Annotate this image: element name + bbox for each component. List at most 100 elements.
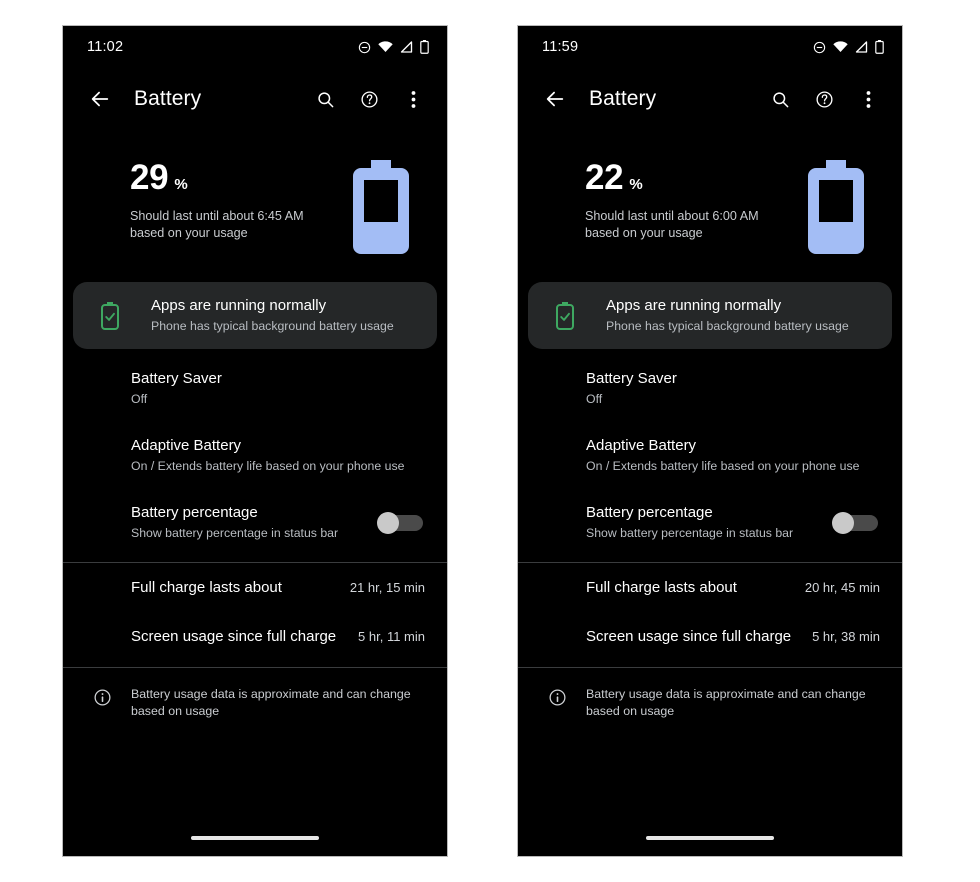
cell-signal-icon (855, 41, 868, 53)
battery-summary: 22 % Should last until about 6:00 AM bas… (518, 130, 902, 270)
help-icon[interactable] (349, 79, 389, 119)
battery-percent-sign: % (629, 176, 643, 193)
battery-estimate-text: Should last until about 6:00 AM based on… (585, 209, 759, 240)
stat-row-screen-usage[interactable]: Screen usage since full charge 5 hr, 11 … (63, 612, 447, 661)
list-item-text: Adaptive Battery On / Extends battery li… (131, 436, 425, 475)
battery-stats-list: Full charge lasts about 21 hr, 15 min Sc… (63, 563, 447, 661)
battery-stats-list: Full charge lasts about 20 hr, 45 min Sc… (518, 563, 902, 661)
status-bar-clock: 11:02 (87, 39, 124, 55)
list-item-title: Battery percentage (586, 504, 713, 521)
stat-label: Screen usage since full charge (131, 628, 337, 645)
status-bar: 11:59 (518, 26, 902, 68)
battery-status-title: Apps are running normally (151, 297, 327, 314)
wifi-icon (378, 41, 393, 53)
status-bar-icons (358, 40, 429, 54)
list-item-text: Battery Saver Off (131, 369, 425, 408)
list-item-text: Battery percentage Show battery percenta… (586, 503, 832, 542)
battery-status-card-text: Apps are running normally Phone has typi… (151, 296, 394, 335)
battery-large-icon (349, 160, 413, 261)
battery-usage-note-text: Battery usage data is approximate and ca… (586, 687, 866, 718)
stat-label: Full charge lasts about (586, 579, 737, 596)
stat-label: Screen usage since full charge (586, 628, 792, 645)
back-arrow-icon[interactable] (534, 78, 576, 120)
battery-percent-row: 22 % (585, 160, 804, 195)
list-item-title: Battery Saver (131, 370, 222, 387)
stat-row-full-charge[interactable]: Full charge lasts about 21 hr, 15 min (63, 563, 447, 612)
list-item-text: Battery percentage Show battery percenta… (131, 503, 377, 542)
battery-summary-text: 22 % Should last until about 6:00 AM bas… (585, 160, 804, 242)
battery-check-icon (548, 301, 582, 330)
battery-status-subtitle: Phone has typical background battery usa… (151, 319, 394, 333)
app-bar: Battery (63, 68, 447, 130)
stat-label: Full charge lasts about (131, 579, 282, 596)
battery-usage-note: Battery usage data is approximate and ca… (63, 668, 447, 720)
battery-percent-value: 22 (585, 158, 624, 197)
battery-percentage-toggle[interactable] (832, 511, 878, 534)
battery-status-title: Apps are running normally (606, 297, 782, 314)
stat-value: 5 hr, 11 min (358, 629, 425, 644)
battery-settings-list: Battery Saver Off Adaptive Battery On / … (63, 349, 447, 556)
battery-icon (875, 40, 884, 54)
list-item-title: Battery Saver (586, 370, 677, 387)
list-item-battery-percentage[interactable]: Battery percentage Show battery percenta… (63, 489, 447, 556)
battery-large-icon (804, 160, 868, 261)
battery-estimate-text: Should last until about 6:45 AM based on… (130, 209, 304, 240)
page-title: Battery (134, 87, 202, 110)
search-icon[interactable] (760, 79, 800, 119)
battery-summary: 29 % Should last until about 6:45 AM bas… (63, 130, 447, 270)
battery-icon (420, 40, 429, 54)
stat-value: 5 hr, 38 min (812, 629, 880, 644)
stat-row-screen-usage[interactable]: Screen usage since full charge 5 hr, 38 … (518, 612, 902, 661)
list-item-battery-saver[interactable]: Battery Saver Off (63, 355, 447, 422)
battery-status-card[interactable]: Apps are running normally Phone has typi… (528, 282, 892, 349)
battery-status-card[interactable]: Apps are running normally Phone has typi… (73, 282, 437, 349)
battery-percent-value: 29 (130, 158, 169, 197)
stat-value: 20 hr, 45 min (804, 580, 880, 595)
battery-check-icon (93, 301, 127, 330)
list-item-subtitle: Show battery percentage in status bar (586, 526, 794, 540)
gesture-nav-bar (63, 820, 447, 856)
battery-percent-sign: % (174, 176, 188, 193)
list-item-adaptive-battery[interactable]: Adaptive Battery On / Extends battery li… (63, 422, 447, 489)
status-bar-icons (813, 40, 884, 54)
phone-screen-left: 11:02 Battery 29 % Should last until abo… (62, 25, 448, 857)
overflow-menu-icon[interactable] (848, 79, 888, 119)
list-item-adaptive-battery[interactable]: Adaptive Battery On / Extends battery li… (518, 422, 902, 489)
back-arrow-icon[interactable] (79, 78, 121, 120)
battery-summary-text: 29 % Should last until about 6:45 AM bas… (130, 160, 349, 242)
battery-percent-row: 29 % (130, 160, 349, 195)
battery-usage-note-text: Battery usage data is approximate and ca… (131, 687, 411, 718)
info-icon (85, 688, 119, 707)
list-item-title: Adaptive Battery (586, 437, 697, 454)
app-bar: Battery (518, 68, 902, 130)
status-bar: 11:02 (63, 26, 447, 68)
stat-value: 21 hr, 15 min (349, 580, 425, 595)
app-bar-actions (305, 79, 433, 119)
toggle-knob (377, 511, 399, 534)
cell-signal-icon (400, 41, 413, 53)
page-title: Battery (589, 87, 657, 110)
list-item-battery-saver[interactable]: Battery Saver Off (518, 355, 902, 422)
home-gesture-pill[interactable] (191, 836, 319, 840)
battery-status-card-text: Apps are running normally Phone has typi… (606, 296, 849, 335)
list-item-text: Battery Saver Off (586, 369, 880, 408)
app-bar-actions (760, 79, 888, 119)
battery-status-subtitle: Phone has typical background battery usa… (606, 319, 849, 333)
status-bar-clock: 11:59 (542, 39, 579, 55)
battery-percentage-toggle[interactable] (377, 511, 423, 534)
battery-usage-note: Battery usage data is approximate and ca… (518, 668, 902, 720)
list-item-subtitle: Show battery percentage in status bar (131, 526, 339, 540)
toggle-knob (832, 511, 854, 534)
search-icon[interactable] (305, 79, 345, 119)
list-item-subtitle: On / Extends battery life based on your … (586, 459, 860, 473)
do-not-disturb-icon (813, 41, 826, 54)
list-item-title: Adaptive Battery (131, 437, 242, 454)
help-icon[interactable] (804, 79, 844, 119)
stat-row-full-charge[interactable]: Full charge lasts about 20 hr, 45 min (518, 563, 902, 612)
list-item-subtitle: Off (131, 392, 148, 406)
list-item-battery-percentage[interactable]: Battery percentage Show battery percenta… (518, 489, 902, 556)
list-item-subtitle: On / Extends battery life based on your … (131, 459, 405, 473)
home-gesture-pill[interactable] (646, 836, 774, 840)
screenshot-canvas: 11:02 Battery 29 % Should last until abo… (0, 0, 980, 882)
overflow-menu-icon[interactable] (393, 79, 433, 119)
